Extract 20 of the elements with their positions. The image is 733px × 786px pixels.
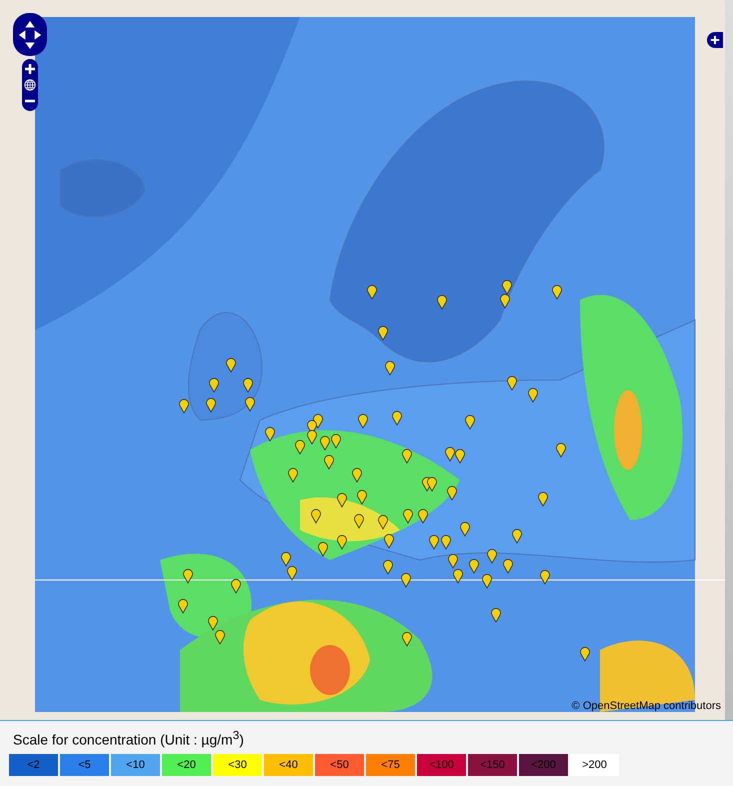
layer-switcher-button[interactable] bbox=[707, 32, 723, 48]
legend-swatch: <50 bbox=[315, 754, 364, 776]
legend-swatch: <30 bbox=[213, 754, 262, 776]
legend-swatch: <150 bbox=[468, 754, 517, 776]
legend-title: Scale for concentration (Unit : µg/m$^{3}$) bbox=[13, 729, 245, 748]
legend-swatch: <200 bbox=[519, 754, 568, 776]
legend-swatch: <10 bbox=[111, 754, 160, 776]
globe-icon bbox=[24, 79, 36, 91]
world-view-button[interactable] bbox=[22, 77, 38, 93]
legend-swatch: <100 bbox=[417, 754, 466, 776]
legend-swatch: <5 bbox=[60, 754, 109, 776]
legend-swatch: <75 bbox=[366, 754, 415, 776]
zoom-in-button[interactable] bbox=[22, 61, 38, 77]
legend-swatch: <40 bbox=[264, 754, 313, 776]
scrollbar[interactable] bbox=[725, 0, 733, 720]
legend-swatch: <2 bbox=[9, 754, 58, 776]
plus-icon bbox=[24, 63, 36, 75]
legend-swatch: <20 bbox=[162, 754, 211, 776]
plus-icon bbox=[710, 35, 720, 45]
legend-swatch: >200 bbox=[570, 754, 619, 776]
